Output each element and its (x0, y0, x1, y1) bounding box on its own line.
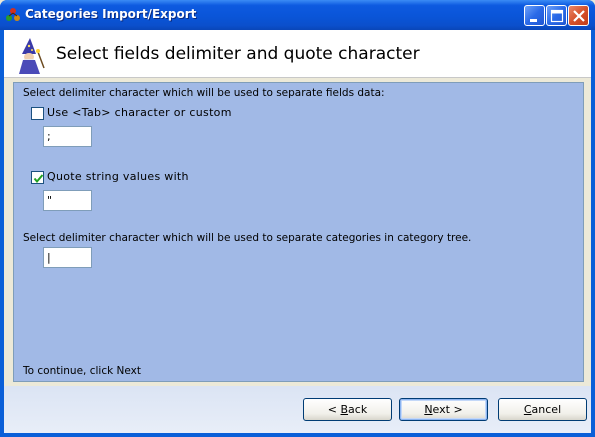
next-button[interactable]: Next > (399, 398, 488, 421)
quote-values-checkbox[interactable] (31, 171, 44, 184)
minimize-button[interactable] (524, 5, 545, 26)
wizard-footer: < Back Next > Cancel (4, 386, 591, 433)
close-icon (573, 10, 585, 22)
close-button[interactable] (568, 5, 589, 26)
title-bar[interactable]: Categories Import/Export (0, 0, 595, 30)
wizard-header: Select fields delimiter and quote charac… (4, 30, 591, 78)
fields-delimiter-label: Select delimiter character which will be… (23, 87, 385, 99)
custom-delimiter-field[interactable]: ; (43, 126, 92, 147)
category-delimiter-label: Select delimiter character which will be… (23, 232, 472, 244)
maximize-icon (550, 9, 564, 23)
back-prefix: < (327, 403, 341, 416)
import-export-window: Categories Import/Export Select fields d… (0, 0, 595, 437)
back-button[interactable]: < Back (303, 398, 392, 421)
cancel-access-key: C (523, 403, 532, 416)
quote-values-label[interactable]: Quote string values with (47, 170, 189, 183)
cancel-button[interactable]: Cancel (498, 398, 587, 421)
checkmark-icon (33, 174, 44, 184)
use-tab-checkbox[interactable] (31, 107, 44, 120)
use-tab-label[interactable]: Use <Tab> character or custom (47, 106, 232, 119)
next-label-rest: ext > (432, 403, 463, 416)
back-label-rest: ack (348, 403, 368, 416)
page-title: Select fields delimiter and quote charac… (56, 44, 420, 64)
options-panel: Select delimiter character which will be… (13, 82, 584, 382)
next-access-key: N (424, 403, 433, 416)
quote-character-field[interactable]: " (43, 190, 92, 211)
wizard-icon (19, 38, 45, 74)
minimize-icon (530, 19, 537, 22)
tree-app-icon (6, 8, 20, 21)
cancel-label-rest: ancel (531, 403, 562, 416)
dialog-client-area: Select fields delimiter and quote charac… (4, 30, 591, 433)
continue-hint: To continue, click Next (23, 365, 141, 377)
maximize-button[interactable] (546, 5, 567, 26)
back-access-key: B (340, 403, 349, 416)
window-title: Categories Import/Export (25, 7, 197, 21)
category-delimiter-field[interactable]: | (43, 247, 92, 268)
